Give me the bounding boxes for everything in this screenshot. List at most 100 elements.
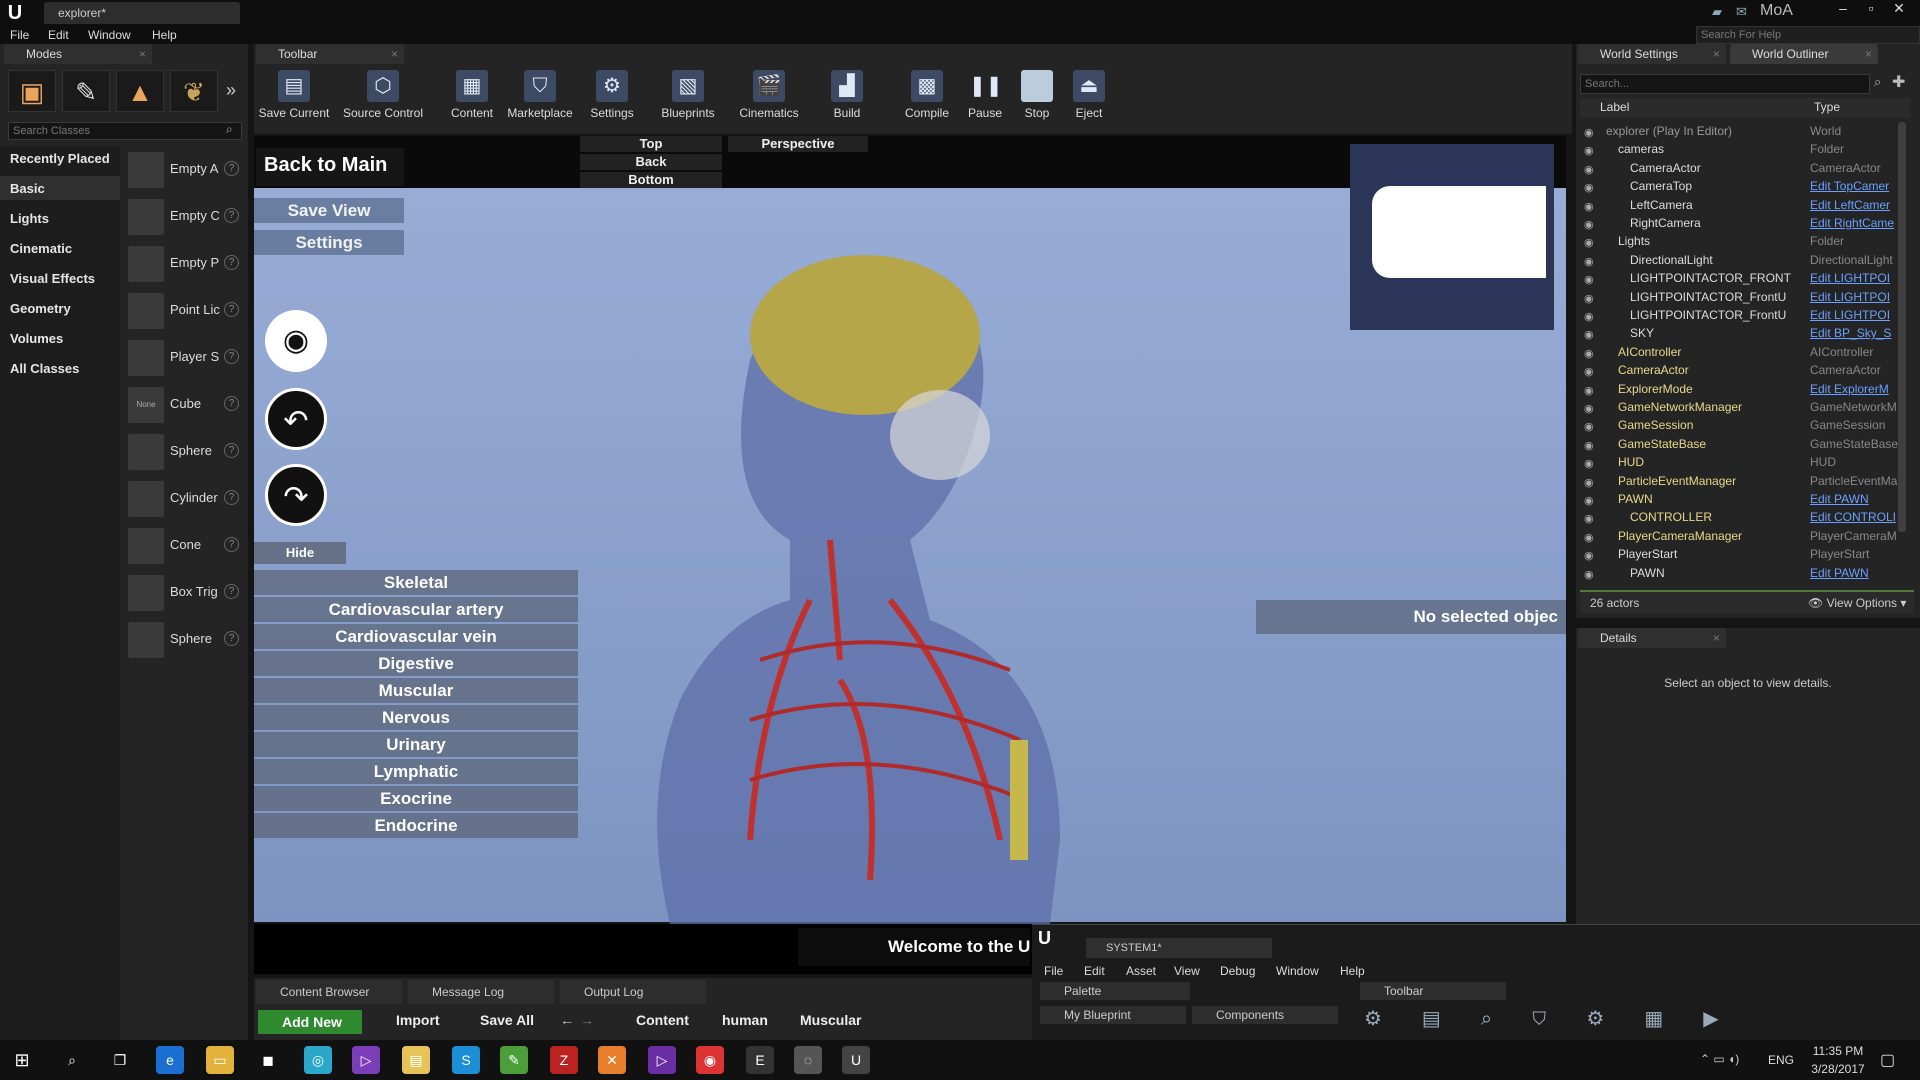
blueprints-button[interactable]: ▧ Blueprints <box>656 70 720 126</box>
paint-mode-icon[interactable]: ✎ <box>62 70 110 112</box>
view-back-button[interactable]: Back <box>580 154 722 170</box>
bp-toolbar-icons[interactable]: ⚙▤⌕⛉⚙▦▶ <box>1364 1006 1920 1040</box>
help-icon[interactable]: ? <box>224 443 239 458</box>
chrome-icon[interactable]: ◉ <box>696 1046 724 1074</box>
outliner-row-type[interactable]: Edit RightCame <box>1810 214 1906 232</box>
place-item-empty-pawn[interactable]: Empty P? <box>128 244 244 284</box>
system-cardiovascular-vein-button[interactable]: Cardiovascular vein <box>254 624 578 649</box>
viewport-settings-button[interactable]: Settings <box>254 230 404 255</box>
place-item-sphere-trigger[interactable]: Sphere ? <box>128 620 244 660</box>
visibility-eye-icon[interactable]: ◉ <box>1584 547 1598 562</box>
tab-toolbar[interactable]: Toolbar × <box>256 44 404 64</box>
outliner-row[interactable]: ◉ GameSession GameSession <box>1584 416 1908 434</box>
outliner-row[interactable]: ◉ explorer (Play In Editor) World <box>1584 122 1908 140</box>
more-modes-icon[interactable]: » <box>226 80 236 101</box>
outliner-row-type[interactable]: Edit TopCamer <box>1810 177 1906 195</box>
path-content[interactable]: Content <box>636 1012 689 1028</box>
bp-menu-window[interactable]: Window <box>1276 962 1319 980</box>
outliner-row-type[interactable]: Edit LIGHTPOI <box>1810 306 1906 324</box>
import-button[interactable]: Import <box>376 1012 440 1028</box>
tab-components[interactable]: Components <box>1192 1006 1338 1024</box>
place-item-cylinder[interactable]: Cylinder? <box>128 479 244 519</box>
outliner-row[interactable]: ◉ AIController AIController <box>1584 343 1908 361</box>
bp-menu-asset[interactable]: Asset <box>1126 962 1156 980</box>
menu-edit[interactable]: Edit <box>48 26 69 44</box>
bp-menu-file[interactable]: File <box>1044 962 1063 980</box>
outliner-row[interactable]: ◉ DirectionalLight DirectionalLight <box>1584 251 1908 269</box>
save-view-button[interactable]: Save View <box>254 198 404 223</box>
pause-button[interactable]: ❚❚ Pause <box>962 70 1008 126</box>
visibility-eye-icon[interactable]: ◉ <box>1584 234 1598 249</box>
minimize-icon[interactable]: – <box>1830 0 1856 18</box>
system-endocrine-button[interactable]: Endocrine <box>254 813 578 838</box>
notifications-icon[interactable]: ▢ <box>1880 1050 1895 1070</box>
system-lymphatic-button[interactable]: Lymphatic <box>254 759 578 784</box>
help-icon[interactable]: ? <box>224 631 239 646</box>
outliner-row-type[interactable]: Edit BP_Sky_S <box>1810 324 1906 342</box>
path-muscular[interactable]: Muscular <box>800 1012 861 1028</box>
windows-start-icon[interactable]: ⊞ <box>8 1046 36 1074</box>
language-indicator[interactable]: ENG <box>1768 1053 1794 1067</box>
help-search-input[interactable]: Search For Help <box>1696 26 1920 44</box>
settings-button[interactable]: ⚙ Settings <box>582 70 642 126</box>
file-explorer-icon[interactable]: ▭ <box>206 1046 234 1074</box>
document-tab[interactable]: explorer* <box>44 2 240 24</box>
visibility-eye-icon[interactable]: ◉ <box>1584 142 1598 157</box>
stop-button[interactable]: Stop <box>1014 70 1060 126</box>
system-urinary-button[interactable]: Urinary <box>254 732 578 757</box>
store-icon[interactable]: ◼ <box>254 1046 282 1074</box>
place-item-cube[interactable]: None Cube? <box>128 385 244 425</box>
task-view-icon[interactable]: ❐ <box>106 1046 134 1074</box>
outliner-search-input[interactable]: Search... <box>1580 74 1870 94</box>
outliner-row[interactable]: ◉ ExplorerMode Edit ExplorerM <box>1584 380 1908 398</box>
help-icon[interactable]: ? <box>224 161 239 176</box>
bp-menu-edit[interactable]: Edit <box>1084 962 1105 980</box>
content-button[interactable]: ▦ Content <box>444 70 500 126</box>
category-all-classes[interactable]: All Classes <box>10 361 79 376</box>
hide-button[interactable]: Hide <box>254 542 346 564</box>
outliner-row-type[interactable]: Edit ExplorerM <box>1810 380 1906 398</box>
close-icon[interactable]: ✕ <box>1886 0 1912 18</box>
rotate-left-icon[interactable]: ↶ <box>265 388 327 450</box>
visibility-eye-icon[interactable]: ◉ <box>1584 271 1598 286</box>
place-item-point-light[interactable]: Point Lic? <box>128 291 244 331</box>
visibility-eye-icon[interactable]: ◉ <box>1584 566 1598 581</box>
notification-icon[interactable]: ▰ <box>1712 4 1722 20</box>
help-icon[interactable]: ? <box>224 490 239 505</box>
visibility-eye-icon[interactable]: ◉ <box>1584 253 1598 268</box>
clock-time[interactable]: 11:35 PM <box>1808 1044 1868 1058</box>
tab-world-settings[interactable]: World Settings × <box>1578 44 1726 64</box>
eject-button[interactable]: ⏏ Eject <box>1066 70 1112 126</box>
category-lights[interactable]: Lights <box>10 211 49 226</box>
menu-window[interactable]: Window <box>88 26 131 44</box>
system-tray-icons[interactable]: ⌃ ▭ ◖) <box>1700 1052 1739 1066</box>
outliner-row[interactable]: ◉ CameraActor CameraActor <box>1584 159 1908 177</box>
maximize-icon[interactable]: ▫ <box>1858 0 1884 18</box>
visibility-eye-icon[interactable]: ◉ <box>1584 308 1598 323</box>
col-type-header[interactable]: Type <box>1814 100 1840 114</box>
unreal-taskbar-icon[interactable]: U <box>842 1046 870 1074</box>
system-muscular-button[interactable]: Muscular <box>254 678 578 703</box>
tab-world-outliner[interactable]: World Outliner × <box>1730 44 1878 64</box>
outliner-row[interactable]: ◉ CameraActor CameraActor <box>1584 361 1908 379</box>
outliner-row-type[interactable]: Edit LIGHTPOI <box>1810 269 1906 287</box>
category-visual-effects[interactable]: Visual Effects <box>10 271 95 286</box>
help-icon[interactable]: ? <box>224 396 239 411</box>
outliner-row[interactable]: ◉ Lights Folder <box>1584 232 1908 250</box>
outliner-row[interactable]: ◉ LIGHTPOINTACTOR_FrontU Edit LIGHTPOI <box>1584 306 1908 324</box>
outliner-row-type[interactable]: Edit PAWN <box>1810 490 1906 508</box>
category-recently-placed[interactable]: Recently Placed <box>10 151 110 166</box>
bp-menu-view[interactable]: View <box>1174 962 1200 980</box>
edge-icon[interactable]: e <box>156 1046 184 1074</box>
tab-message-log[interactable]: Message Log <box>408 980 554 1004</box>
tab-output-log[interactable]: Output Log <box>560 980 706 1004</box>
tab-details[interactable]: Details × <box>1578 628 1726 648</box>
compile-button[interactable]: ▩ Compile <box>898 70 956 126</box>
outliner-scrollbar[interactable] <box>1898 122 1906 532</box>
outliner-row[interactable]: ◉ GameNetworkManager GameNetworkM <box>1584 398 1908 416</box>
system-digestive-button[interactable]: Digestive <box>254 651 578 676</box>
xampp-icon[interactable]: ✕ <box>598 1046 626 1074</box>
help-icon[interactable]: ? <box>224 302 239 317</box>
visibility-eye-icon[interactable]: ◉ <box>1584 326 1598 341</box>
visibility-eye-icon[interactable]: ◉ <box>1584 363 1598 378</box>
